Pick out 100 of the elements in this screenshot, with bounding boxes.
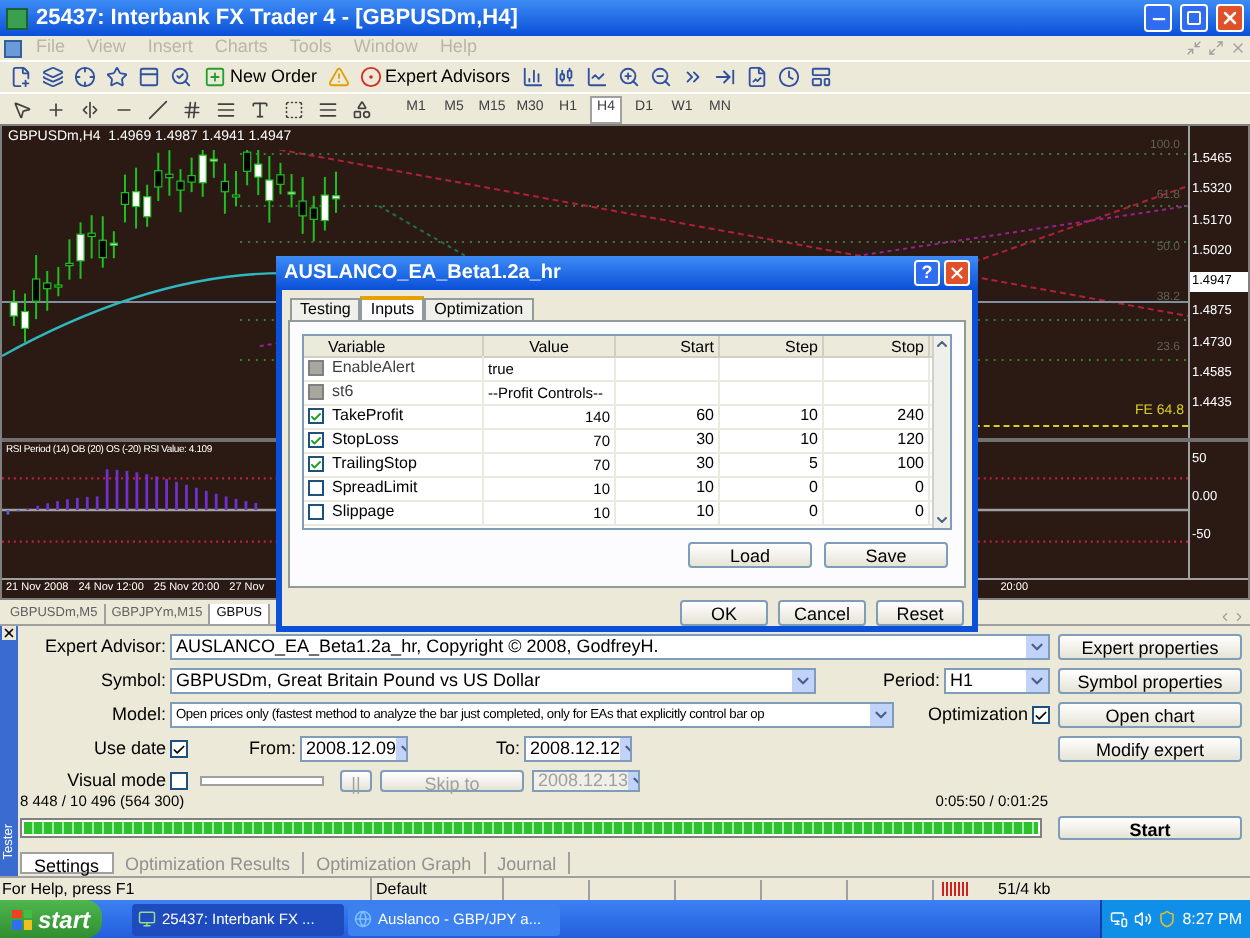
symbol-properties-button[interactable]: Symbol properties: [1058, 668, 1242, 694]
field-label: Visual mode: [65, 767, 168, 794]
channel-icon[interactable]: [182, 99, 202, 119]
cursor-icon[interactable]: [12, 99, 32, 119]
expert-advisor-select[interactable]: AUSLANCO_EA_Beta1.2a_hr, Copyright © 2008, GodfreyH.: [170, 634, 1050, 660]
scroll-down-icon[interactable]: [934, 511, 950, 528]
crosshair-icon[interactable]: [74, 66, 96, 88]
text-label-icon[interactable]: [284, 99, 304, 119]
field-label: Period:: [880, 667, 942, 694]
connection-bars-icon: [942, 882, 970, 896]
indicators-icon[interactable]: [746, 66, 769, 88]
clock: 8:27 PM: [1182, 907, 1242, 931]
monitor-icon: [138, 910, 157, 928]
dialog-button[interactable]: Reset: [876, 600, 964, 626]
table-cell: 120: [897, 428, 924, 453]
from-date-select[interactable]: 2008.12.09: [300, 736, 408, 762]
table-cell: 10: [800, 404, 818, 429]
visual-mode-checkbox[interactable]: [170, 772, 188, 790]
row-checkbox[interactable]: [308, 432, 324, 449]
panel-action-button[interactable]: Load: [688, 541, 812, 568]
table-cell: 0: [809, 500, 818, 525]
row-checkbox[interactable]: [308, 504, 324, 521]
column-header[interactable]: Value: [484, 335, 616, 356]
template-icon[interactable]: [810, 66, 833, 88]
new-order-button[interactable]: New Order: [200, 63, 322, 91]
app-icon: [6, 7, 28, 29]
line-chart-icon[interactable]: [586, 66, 609, 88]
crosshair-icon[interactable]: [46, 99, 66, 119]
auto-scroll-icon[interactable]: [714, 66, 737, 88]
start-button[interactable]: Start: [1058, 816, 1242, 840]
close-icon: [1220, 8, 1240, 28]
row-checkbox[interactable]: [308, 408, 324, 425]
new-chart-icon[interactable]: [10, 66, 32, 88]
network-icon[interactable]: [1110, 910, 1129, 928]
table-cell: 30: [696, 428, 714, 453]
volume-icon[interactable]: [1134, 910, 1153, 928]
table-cell: 0: [915, 500, 924, 525]
star-icon[interactable]: [106, 66, 128, 88]
column-header[interactable]: Variable: [304, 335, 484, 356]
trend-line-icon[interactable]: [148, 99, 168, 119]
table-cell: 5: [809, 452, 818, 477]
candlestick-icon[interactable]: [554, 66, 577, 88]
plus-icon: [204, 66, 226, 88]
variable-name: TakeProfit: [332, 404, 404, 429]
dialog-tab[interactable]: Testing: [290, 297, 361, 320]
table-cell: 0: [915, 476, 924, 501]
scroll-up-icon[interactable]: [934, 335, 950, 352]
minimize-button[interactable]: [1144, 4, 1172, 32]
row-checkbox[interactable]: [308, 456, 324, 473]
close-button[interactable]: [944, 259, 970, 286]
shapes-icon[interactable]: [352, 99, 372, 119]
variable-name: st6: [332, 380, 354, 405]
dialog-tab[interactable]: Optimization: [424, 297, 534, 320]
period-select[interactable]: H1: [944, 668, 1050, 694]
use-date-checkbox[interactable]: [170, 740, 188, 758]
window-icon[interactable]: [138, 66, 160, 88]
search-icon[interactable]: [170, 66, 192, 88]
maximize-button[interactable]: [1180, 4, 1208, 32]
expert-properties-button[interactable]: Expert properties: [1058, 634, 1242, 660]
help-button[interactable]: ?: [914, 259, 940, 286]
expert-advisors-button[interactable]: Expert Advisors: [355, 63, 515, 91]
optimization-checkbox[interactable]: [1032, 706, 1050, 724]
modify-expert-button[interactable]: Modify expert: [1058, 736, 1242, 762]
close-icon[interactable]: [2, 626, 16, 640]
status-traffic: 51/4 kb: [998, 877, 1051, 901]
row-checkbox[interactable]: [308, 480, 324, 497]
clock-icon[interactable]: [778, 66, 801, 88]
close-button[interactable]: [1216, 4, 1244, 32]
field-label: Use date: [91, 735, 168, 762]
to-date-select[interactable]: 2008.12.12: [524, 736, 632, 762]
tester-tab[interactable]: Settings: [20, 852, 114, 874]
circle-icon: [359, 66, 382, 88]
zoom-out-icon[interactable]: [650, 66, 673, 88]
maximize-icon: [1186, 10, 1202, 26]
panel-action-button[interactable]: Save: [824, 541, 948, 568]
chart-shift-icon[interactable]: [682, 66, 705, 88]
table-cell: 30: [696, 452, 714, 477]
dialog-tab[interactable]: Inputs: [360, 295, 425, 320]
text-icon[interactable]: [250, 99, 270, 119]
symbol-select[interactable]: GBPUSDm, Great Britain Pound vs US Dollar: [170, 668, 816, 694]
column-header[interactable]: Stop: [824, 335, 930, 356]
table-cell: 10: [696, 500, 714, 525]
open-chart-button[interactable]: Open chart: [1058, 702, 1242, 728]
field-label: Symbol:: [98, 667, 168, 694]
table-cell: 100: [897, 452, 924, 477]
windows-logo-icon: [12, 909, 32, 929]
dialog-button[interactable]: Cancel: [778, 600, 866, 626]
variable-name: EnableAlert: [332, 356, 415, 381]
zoom-in-icon[interactable]: [618, 66, 641, 88]
column-header[interactable]: Start: [616, 335, 720, 356]
dialog-button[interactable]: OK: [680, 600, 768, 626]
scrollbar[interactable]: [932, 335, 950, 528]
column-header[interactable]: Step: [720, 335, 824, 356]
dialog-title: AUSLANCO_EA_Beta1.2a_hr: [284, 259, 563, 288]
globe-icon: [354, 910, 373, 928]
lines-icon[interactable]: [216, 99, 236, 119]
profiles-icon[interactable]: [42, 66, 64, 88]
window-title: 25437: Interbank FX Trader 4 - [GBPUSDm,H4]: [36, 3, 520, 34]
table-cell: 0: [809, 476, 818, 501]
bar-chart-icon[interactable]: [522, 66, 545, 88]
